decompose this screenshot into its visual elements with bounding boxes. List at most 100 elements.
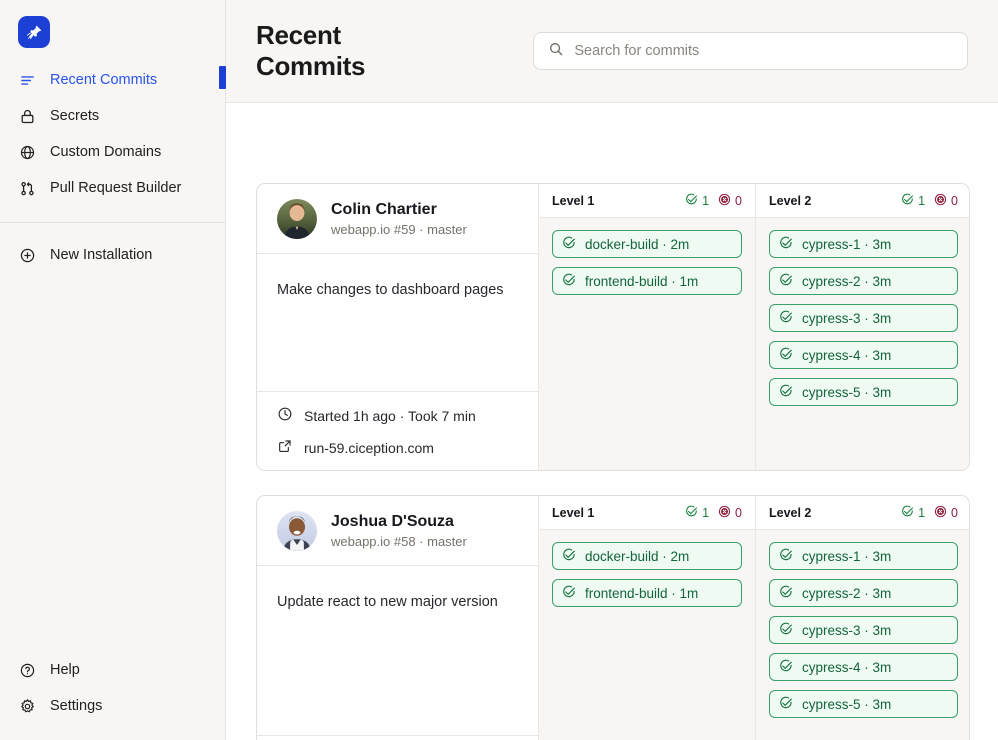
level-column: Level 1 1 0 docker-build · 2m frontend-b… — [539, 184, 755, 470]
job-pill[interactable]: cypress-1 · 3m — [769, 230, 958, 258]
job-pill[interactable]: cypress-3 · 3m — [769, 616, 958, 644]
job-label: cypress-5 · 3m — [802, 384, 892, 400]
level-pass-count: 1 — [685, 505, 709, 521]
level-pass-count: 1 — [685, 193, 709, 209]
level-fail-value: 0 — [735, 193, 742, 208]
top-header: Recent Commits Search for commits — [226, 0, 998, 103]
search-icon — [548, 41, 564, 62]
commit-timing-row: Started 1h ago · Took 7 min — [277, 406, 518, 425]
x-circle-icon — [718, 505, 731, 521]
level-pass-value: 1 — [702, 193, 710, 208]
commit-link-row[interactable]: run-59.ciception.com — [277, 438, 518, 457]
job-label: cypress-5 · 3m — [802, 696, 892, 712]
level-pass-count: 1 — [901, 505, 925, 521]
check-circle-icon — [779, 347, 793, 364]
job-pill[interactable]: frontend-build · 1m — [552, 267, 742, 295]
check-circle-icon — [901, 505, 914, 521]
level-fail-value: 0 — [951, 505, 958, 520]
level-fail-value: 0 — [735, 505, 742, 520]
job-pill[interactable]: docker-build · 2m — [552, 542, 742, 570]
job-pill[interactable]: cypress-4 · 3m — [769, 341, 958, 369]
app-logo[interactable] — [18, 16, 50, 48]
job-label: docker-build · 2m — [585, 548, 690, 564]
job-pill[interactable]: cypress-5 · 3m — [769, 378, 958, 406]
commit-card[interactable]: Joshua D'Souza webapp.io #58 · master Up… — [256, 495, 970, 740]
level-header: Level 2 1 0 — [756, 496, 969, 530]
sidebar-item-recent-commits[interactable]: Recent Commits — [0, 62, 225, 98]
commit-card[interactable]: Colin Chartier webapp.io #59 · master Ma… — [256, 183, 970, 471]
commit-footer: Started 1h ago · Took 7 min — [257, 736, 538, 740]
sidebar-item-pull-request-builder[interactable]: Pull Request Builder — [0, 170, 225, 206]
search-input-placeholder[interactable]: Search for commits — [574, 43, 699, 59]
check-circle-icon — [685, 193, 698, 209]
sidebar-item-help[interactable]: Help — [0, 652, 225, 688]
main-area: Recent Commits Search for commits Colin … — [226, 0, 998, 740]
level-fail-value: 0 — [951, 193, 958, 208]
sidebar-item-secrets[interactable]: Secrets — [0, 98, 225, 134]
pushpin-icon — [26, 25, 41, 39]
commit-summary: Joshua D'Souza webapp.io #58 · master Up… — [257, 496, 539, 740]
sidebar-item-new-installation[interactable]: New Installation — [0, 237, 225, 273]
job-pill[interactable]: cypress-4 · 3m — [769, 653, 958, 681]
job-pill[interactable]: cypress-2 · 3m — [769, 267, 958, 295]
commit-header: Colin Chartier webapp.io #59 · master — [257, 184, 538, 254]
commit-summary: Colin Chartier webapp.io #59 · master Ma… — [257, 184, 539, 470]
x-circle-icon — [934, 193, 947, 209]
search-container[interactable]: Search for commits — [533, 32, 968, 70]
clock-icon — [277, 406, 293, 425]
x-circle-icon — [934, 505, 947, 521]
logo-container[interactable] — [0, 0, 225, 48]
commit-repo-meta: webapp.io #58 · master — [331, 534, 467, 549]
x-circle-icon — [718, 193, 731, 209]
job-label: cypress-2 · 3m — [802, 273, 892, 289]
check-circle-icon — [779, 585, 793, 602]
job-pill[interactable]: cypress-1 · 3m — [769, 542, 958, 570]
commit-header: Joshua D'Souza webapp.io #58 · master — [257, 496, 538, 566]
level-fail-count: 0 — [718, 505, 742, 521]
external-link-icon — [277, 438, 293, 457]
job-pill[interactable]: frontend-build · 1m — [552, 579, 742, 607]
job-pill[interactable]: docker-build · 2m — [552, 230, 742, 258]
level-counts: 1 0 — [901, 193, 958, 209]
plus-circle-icon — [18, 246, 36, 264]
level-name: Level 2 — [769, 193, 812, 208]
job-label: frontend-build · 1m — [585, 585, 699, 601]
check-circle-icon — [562, 548, 576, 565]
level-pass-value: 1 — [702, 505, 710, 520]
level-fail-count: 0 — [718, 193, 742, 209]
level-jobs: cypress-1 · 3m cypress-2 · 3m cypress-3 … — [756, 530, 969, 730]
job-pill[interactable]: cypress-2 · 3m — [769, 579, 958, 607]
commits-list: Colin Chartier webapp.io #59 · master Ma… — [226, 103, 998, 740]
sidebar: Recent Commits Secrets Custom Domains Pu… — [0, 0, 226, 740]
git-pull-request-icon — [18, 179, 36, 197]
level-fail-count: 0 — [934, 505, 958, 521]
commit-link-text[interactable]: run-59.ciception.com — [304, 440, 434, 456]
level-jobs: docker-build · 2m frontend-build · 1m — [539, 218, 755, 307]
check-circle-icon — [779, 384, 793, 401]
commit-message: Make changes to dashboard pages — [257, 254, 538, 392]
job-pill[interactable]: cypress-3 · 3m — [769, 304, 958, 332]
check-circle-icon — [779, 659, 793, 676]
level-header: Level 1 1 0 — [539, 496, 755, 530]
job-label: frontend-build · 1m — [585, 273, 699, 289]
check-circle-icon — [901, 193, 914, 209]
job-pill[interactable]: cypress-5 · 3m — [769, 690, 958, 718]
level-counts: 1 0 — [685, 193, 742, 209]
check-circle-icon — [562, 585, 576, 602]
gear-icon — [18, 697, 36, 715]
level-counts: 1 0 — [901, 505, 958, 521]
level-counts: 1 0 — [685, 505, 742, 521]
sidebar-item-custom-domains[interactable]: Custom Domains — [0, 134, 225, 170]
level-column: Level 2 1 0 cypress-1 · 3m cypress-2 · 3… — [755, 184, 969, 470]
sidebar-item-label: Custom Domains — [50, 144, 162, 160]
level-header: Level 1 1 0 — [539, 184, 755, 218]
sidebar-item-label: Pull Request Builder — [50, 180, 182, 196]
level-jobs: docker-build · 2m frontend-build · 1m — [539, 530, 755, 619]
commit-author-name: Colin Chartier — [331, 201, 437, 218]
commit-author-name: Joshua D'Souza — [331, 513, 454, 530]
check-circle-icon — [562, 236, 576, 253]
sidebar-item-settings[interactable]: Settings — [0, 688, 225, 724]
sidebar-primary-nav: Recent Commits Secrets Custom Domains Pu… — [0, 48, 225, 223]
level-pass-count: 1 — [901, 193, 925, 209]
sidebar-secondary-nav: New Installation — [0, 223, 225, 273]
